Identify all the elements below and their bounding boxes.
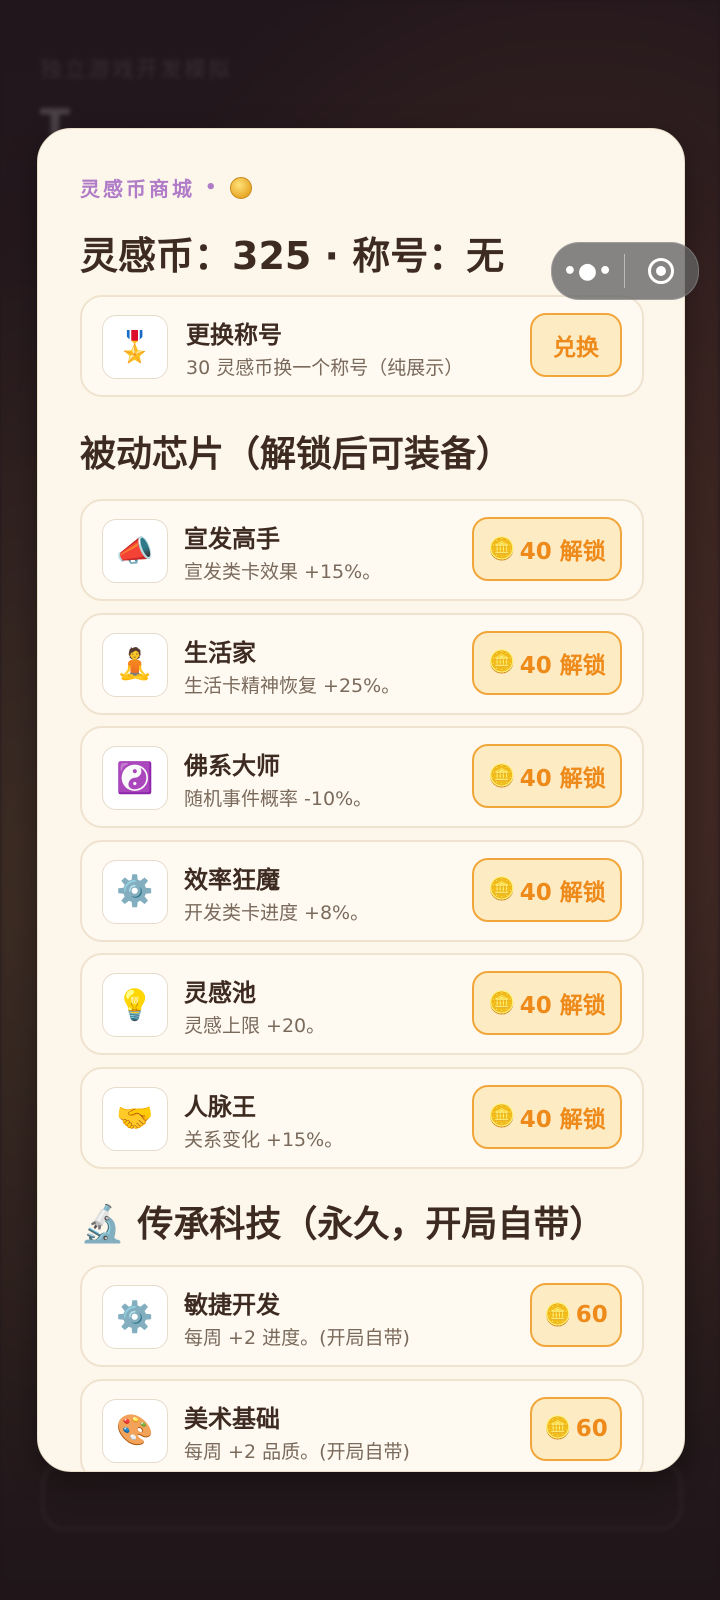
coin-icon: 🪙 bbox=[488, 877, 516, 902]
unlock-button[interactable]: 🪙 40 解锁 bbox=[472, 744, 622, 808]
unlock-button[interactable]: 🪙 40 解锁 bbox=[472, 971, 622, 1035]
coin-icon: 🪙 bbox=[488, 990, 516, 1016]
chips-section-title: 被动芯片（解锁后可装备） bbox=[80, 434, 513, 475]
chip-item: 🤝 人脉王关系变化 +15%。 🪙 40 解锁 bbox=[80, 1066, 644, 1169]
button-label: 40 解锁 bbox=[519, 993, 606, 1019]
coin-icon: 🪙 bbox=[488, 650, 516, 675]
palette-icon: 🎨 bbox=[102, 1398, 168, 1463]
row-title: 佛系大师 bbox=[184, 752, 280, 780]
shop-kicker-label: 灵感币商城 bbox=[80, 177, 195, 201]
chip-item: 📣 宣发高手宣发类卡效果 +15%。 🪙 40 解锁 bbox=[80, 499, 644, 601]
chip-item: 🧘 生活家生活卡精神恢复 +25%。 🪙 40 解锁 bbox=[80, 612, 644, 715]
row-desc: 每周 +2 进度。(开局自带) bbox=[184, 1327, 410, 1349]
unlock-button[interactable]: 🪙 40 解锁 bbox=[472, 1084, 622, 1149]
coin-icon: 🪙 bbox=[488, 1104, 516, 1129]
more-options-button[interactable]: •●• bbox=[552, 259, 624, 284]
target-icon bbox=[648, 258, 674, 284]
row-desc: 关系变化 +15%。 bbox=[184, 1128, 344, 1151]
button-label: 40 解锁 bbox=[519, 1106, 606, 1133]
exchange-button[interactable]: 兑换 bbox=[530, 313, 622, 377]
yin-yang-icon: ☯️ bbox=[102, 746, 168, 810]
unlock-button[interactable]: 🪙 40 解锁 bbox=[472, 630, 622, 695]
miniprogram-capsule: •●• bbox=[551, 242, 699, 300]
button-label: 60 bbox=[575, 1302, 608, 1328]
button-label: 40 解锁 bbox=[519, 652, 606, 679]
button-label: 40 解锁 bbox=[519, 766, 606, 792]
close-miniprogram-button[interactable] bbox=[625, 258, 697, 284]
gear-icon: ⚙️ bbox=[102, 1285, 168, 1349]
coin-icon: 🪙 bbox=[488, 763, 516, 789]
shop-kicker: 灵感币商城 • bbox=[80, 173, 252, 202]
megaphone-icon: 📣 bbox=[102, 519, 168, 583]
meditation-icon: 🧘 bbox=[102, 632, 168, 697]
chip-item: ⚙️ 效率狂魔开发类卡进度 +8%。 🪙 40 解锁 bbox=[80, 839, 644, 942]
row-desc: 灵感上限 +20。 bbox=[184, 1015, 326, 1037]
lightbulb-icon: 💡 bbox=[102, 973, 168, 1037]
row-desc: 生活卡精神恢复 +25%。 bbox=[184, 674, 401, 697]
coin-icon bbox=[229, 176, 252, 199]
chip-item: 💡 灵感池灵感上限 +20。 🪙 40 解锁 bbox=[80, 953, 644, 1055]
balance-header: 灵感币：325 · 称号：无 bbox=[80, 234, 505, 278]
tech-section-title: 🔬 传承科技（永久，开局自带） bbox=[80, 1195, 605, 1247]
row-title: 美术基础 bbox=[184, 1404, 280, 1433]
buy-button[interactable]: 🪙 60 bbox=[530, 1396, 622, 1461]
row-title: 宣发高手 bbox=[184, 525, 280, 553]
row-title: 效率狂魔 bbox=[184, 865, 280, 894]
tech-item: ⚙️ 敏捷开发每周 +2 进度。(开局自带) 🪙 60 bbox=[80, 1265, 644, 1367]
kicker-dot: • bbox=[205, 177, 220, 198]
chip-item: ☯️ 佛系大师随机事件概率 -10%。 🪙 40 解锁 bbox=[80, 726, 644, 828]
row-desc: 30 灵感币换一个称号（纯展示） bbox=[186, 357, 464, 379]
buy-button[interactable]: 🪙 60 bbox=[530, 1283, 622, 1347]
button-label: 60 bbox=[575, 1415, 608, 1442]
coin-icon: 🪙 bbox=[544, 1416, 572, 1441]
microscope-icon: 🔬 bbox=[80, 1204, 125, 1245]
row-title: 生活家 bbox=[184, 638, 256, 667]
row-title: 灵感池 bbox=[184, 979, 256, 1007]
tech-section-label: 传承科技（永久，开局自带） bbox=[137, 1204, 606, 1245]
button-label: 40 解锁 bbox=[519, 539, 606, 565]
unlock-button[interactable]: 🪙 40 解锁 bbox=[472, 517, 622, 581]
row-desc: 开发类卡进度 +8%。 bbox=[184, 901, 370, 924]
coin-icon: 🪙 bbox=[488, 536, 516, 562]
row-desc: 每周 +2 品质。(开局自带) bbox=[184, 1440, 410, 1463]
button-label: 40 解锁 bbox=[519, 879, 606, 906]
shop-modal: 灵感币商城 • 灵感币：325 · 称号：无 🎖️ 更换称号 30 灵感币换一个… bbox=[37, 128, 685, 1472]
row-title: 人脉王 bbox=[184, 1092, 256, 1121]
row-title: 敏捷开发 bbox=[184, 1291, 280, 1319]
row-desc: 随机事件概率 -10%。 bbox=[184, 788, 373, 810]
gear-icon: ⚙️ bbox=[102, 859, 168, 924]
medal-icon: 🎖️ bbox=[102, 315, 168, 379]
coin-icon: 🪙 bbox=[544, 1302, 572, 1328]
tech-item: 🎨 美术基础每周 +2 品质。(开局自带) 🪙 60 bbox=[80, 1378, 644, 1471]
title-exchange-row: 🎖️ 更换称号 30 灵感币换一个称号（纯展示） 兑换 bbox=[80, 295, 644, 397]
row-title: 更换称号 bbox=[186, 321, 282, 349]
unlock-button[interactable]: 🪙 40 解锁 bbox=[472, 857, 622, 922]
row-desc: 宣发类卡效果 +15%。 bbox=[184, 561, 382, 583]
handshake-icon: 🤝 bbox=[102, 1086, 168, 1151]
